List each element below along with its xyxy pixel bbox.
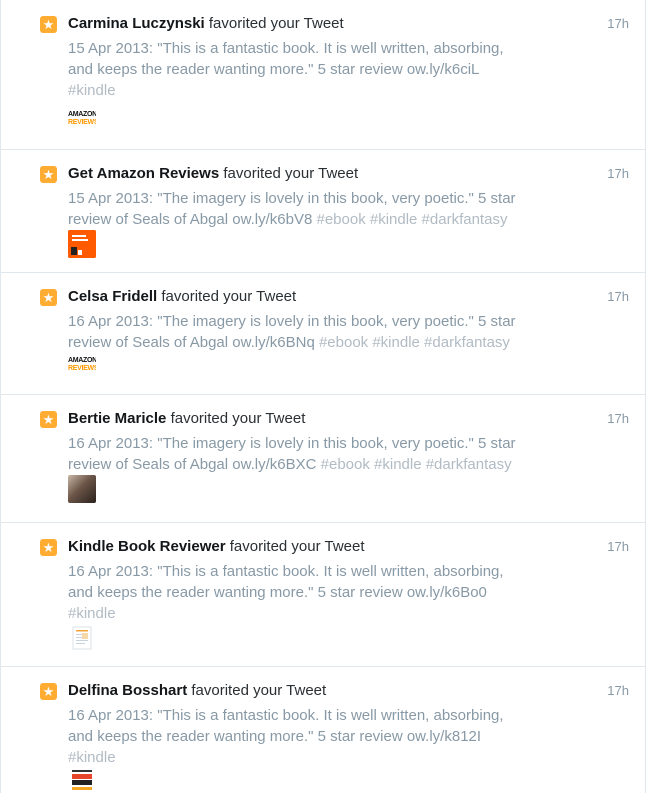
favorite-star-icon: ★ [40, 539, 57, 556]
favorite-star-icon: ★ [40, 411, 57, 428]
timestamp[interactable]: 17h [607, 681, 629, 701]
tweet-line: and keeps the reader wanting more." 5 st… [68, 728, 482, 745]
user-name-link[interactable]: Get Amazon Reviews [68, 165, 219, 182]
tweet-line: 16 Apr 2013: "This is a fantastic book. … [68, 563, 504, 580]
notification-item[interactable]: ★ Get Amazon Reviews favorited your Twee… [1, 150, 645, 273]
favorite-star-icon: ★ [40, 683, 57, 700]
tweet-line: 16 Apr 2013: "The imagery is lovely in t… [68, 313, 516, 330]
tweet-line: review of Seals of Abgal ow.ly/k6BXC #eb… [68, 456, 512, 473]
notification-action: favorited your Tweet [170, 410, 306, 427]
notification-action: favorited your Tweet [229, 538, 365, 555]
hashtag-link[interactable]: #ebook #kindle #darkfantasy [316, 456, 512, 473]
tweet-line: review of Seals of Abgal ow.ly/k6BNq #eb… [68, 334, 510, 351]
tweet-line: review of Seals of Abgal ow.ly/k6bV8 #eb… [68, 211, 508, 228]
amazon-reviews-logo-icon: AMAZON REVIEWS [68, 107, 96, 135]
amazon-reviews-logo-icon: AMAZON REVIEWS [68, 353, 96, 381]
profile-photo-icon [68, 475, 96, 503]
notification-header: Carmina Luczynski favorited your Tweet [68, 14, 344, 34]
favorite-star-icon: ★ [40, 16, 57, 33]
timestamp[interactable]: 17h [607, 14, 629, 34]
tweet-line: 15 Apr 2013: "The imagery is lovely in t… [68, 190, 516, 207]
hashtag-link[interactable]: #ebook #kindle #darkfantasy [312, 211, 507, 228]
hashtag-link[interactable]: #kindle [68, 80, 538, 101]
notification-item[interactable]: ★ Bertie Maricle favorited your Tweet 17… [1, 395, 645, 523]
tweet-text[interactable]: 16 Apr 2013: "This is a fantastic book. … [68, 561, 538, 624]
user-avatar[interactable]: AMAZON REVIEWS [68, 107, 96, 135]
notification-item[interactable]: ★ Kindle Book Reviewer favorited your Tw… [1, 523, 645, 667]
user-avatar[interactable] [68, 475, 96, 503]
favorite-star-icon: ★ [40, 289, 57, 306]
book-review-logo-icon [68, 230, 96, 258]
user-name-link[interactable]: Kindle Book Reviewer [68, 538, 226, 555]
notification-header: Bertie Maricle favorited your Tweet [68, 409, 305, 429]
notification-action: favorited your Tweet [223, 165, 359, 182]
hashtag-link[interactable]: #kindle [68, 603, 538, 624]
tweet-text[interactable]: 16 Apr 2013: "The imagery is lovely in t… [68, 433, 538, 475]
hashtag-link[interactable]: #kindle [68, 747, 538, 768]
tweet-line: 16 Apr 2013: "This is a fantastic book. … [68, 707, 504, 724]
tweet-line: and keeps the reader wanting more." 5 st… [68, 61, 480, 78]
notification-item[interactable]: ★ Delfina Bosshart favorited your Tweet … [1, 667, 645, 793]
tweet-text[interactable]: 16 Apr 2013: "The imagery is lovely in t… [68, 311, 538, 353]
user-avatar[interactable] [68, 230, 96, 258]
notification-action: favorited your Tweet [208, 15, 344, 32]
notification-header: Celsa Fridell favorited your Tweet [68, 287, 296, 307]
tweet-line: 15 Apr 2013: "This is a fantastic book. … [68, 40, 504, 57]
timestamp[interactable]: 17h [607, 164, 629, 184]
user-avatar[interactable] [68, 624, 96, 652]
timestamp[interactable]: 17h [607, 409, 629, 429]
user-name-link[interactable]: Carmina Luczynski [68, 15, 205, 32]
tweet-line: and keeps the reader wanting more." 5 st… [68, 584, 487, 601]
notification-header: Delfina Bosshart favorited your Tweet [68, 681, 326, 701]
five-star-reviews-logo-icon [68, 767, 96, 793]
notification-item[interactable]: ★ Celsa Fridell favorited your Tweet 17h… [1, 273, 645, 395]
tweet-line: 16 Apr 2013: "The imagery is lovely in t… [68, 435, 516, 452]
notification-header: Kindle Book Reviewer favorited your Twee… [68, 537, 365, 557]
user-name-link[interactable]: Bertie Maricle [68, 410, 166, 427]
timestamp[interactable]: 17h [607, 287, 629, 307]
hashtag-link[interactable]: #ebook #kindle #darkfantasy [315, 334, 510, 351]
user-avatar[interactable] [68, 767, 96, 793]
notifications-timeline: ★ Carmina Luczynski favorited your Tweet… [0, 0, 646, 793]
tweet-text[interactable]: 15 Apr 2013: "This is a fantastic book. … [68, 38, 538, 101]
user-name-link[interactable]: Celsa Fridell [68, 288, 157, 305]
notification-item[interactable]: ★ Carmina Luczynski favorited your Tweet… [1, 0, 645, 150]
timestamp[interactable]: 17h [607, 537, 629, 557]
notification-header: Get Amazon Reviews favorited your Tweet [68, 164, 358, 184]
user-avatar[interactable]: AMAZON REVIEWS [68, 353, 96, 381]
user-name-link[interactable]: Delfina Bosshart [68, 682, 187, 699]
document-logo-icon [68, 624, 96, 652]
favorite-star-icon: ★ [40, 166, 57, 183]
tweet-text[interactable]: 15 Apr 2013: "The imagery is lovely in t… [68, 188, 538, 230]
notification-action: favorited your Tweet [161, 288, 297, 305]
tweet-text[interactable]: 16 Apr 2013: "This is a fantastic book. … [68, 705, 538, 768]
notification-action: favorited your Tweet [191, 682, 327, 699]
